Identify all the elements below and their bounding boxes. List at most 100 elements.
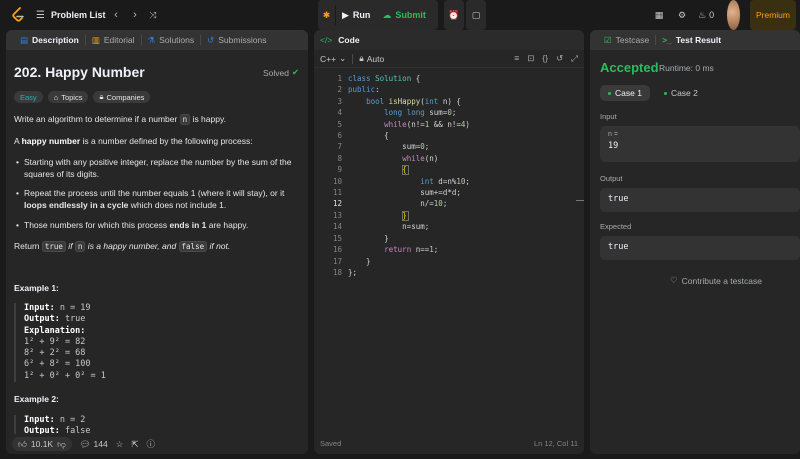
leetcode-logo[interactable] bbox=[11, 0, 29, 30]
language-label: C++ bbox=[320, 53, 337, 64]
code-line: n=sum; bbox=[348, 222, 430, 232]
format-icon[interactable]: ≡ bbox=[514, 53, 519, 64]
heart-icon: ♡ bbox=[670, 275, 678, 285]
def-bold: happy number bbox=[21, 136, 81, 146]
tab-testcase[interactable]: ☑ Testcase bbox=[598, 30, 655, 50]
expand-icon[interactable]: ⤢ bbox=[571, 53, 578, 64]
code-line: sum+=d*d; bbox=[348, 188, 461, 198]
case-1-tab[interactable]: Case 1 bbox=[600, 85, 650, 101]
right-tabs: ☑ Testcase >_ Test Result bbox=[590, 30, 800, 50]
panel-resize-handle[interactable] bbox=[576, 200, 584, 201]
code-brackets-icon: </> bbox=[320, 35, 333, 45]
thumbs-up-icon[interactable]: 👍︎ bbox=[18, 439, 27, 450]
run-button[interactable]: ▶ Run bbox=[336, 5, 376, 25]
line-number: 3 bbox=[337, 96, 342, 106]
line-number: 16 bbox=[332, 245, 342, 255]
case-2-tab[interactable]: Case 2 bbox=[656, 85, 706, 101]
problem-list-label: Problem List bbox=[50, 10, 106, 20]
debug-button[interactable]: ✱ bbox=[318, 5, 336, 25]
return-post: if not. bbox=[207, 241, 231, 251]
return-mid: is a happy number, and bbox=[85, 241, 179, 251]
layout-icon[interactable]: ▦ bbox=[652, 0, 666, 30]
code-line: } bbox=[348, 233, 389, 243]
prev-problem-icon[interactable]: ‹ bbox=[109, 0, 123, 30]
saved-status: Saved bbox=[320, 438, 342, 448]
solved-status: Solved ✔ bbox=[263, 67, 299, 78]
code-line: { bbox=[402, 165, 407, 175]
bookmark-icon[interactable]: ⊡ bbox=[527, 53, 534, 64]
timer-button[interactable]: ⏰ bbox=[444, 0, 464, 30]
thumbs-down-icon[interactable]: 👎︎ bbox=[57, 439, 66, 450]
ex1-output: true bbox=[59, 314, 86, 325]
like-dislike-group: 👍︎ 10.1K 👎︎ bbox=[12, 437, 72, 451]
example-2-title: Example 2: bbox=[14, 394, 59, 404]
pass-dot-icon bbox=[608, 91, 611, 95]
tab-test-result[interactable]: >_ Test Result bbox=[656, 30, 727, 50]
companies-chip[interactable]: 🔒︎ Companies bbox=[93, 91, 151, 103]
return-false: false bbox=[178, 241, 208, 252]
companies-label: Companies bbox=[106, 92, 145, 102]
topics-label: Topics bbox=[61, 92, 83, 102]
language-select[interactable]: C++ ⌄ bbox=[320, 53, 346, 64]
auto-mode-toggle[interactable]: 🔒︎ Auto bbox=[359, 53, 384, 64]
braces-icon[interactable]: {} bbox=[542, 53, 548, 64]
ex1-input: n = 19 bbox=[54, 303, 91, 313]
share-icon[interactable]: ⇱ bbox=[131, 439, 138, 450]
return-n: n bbox=[74, 241, 86, 252]
tab-editorial[interactable]: ▥ Editorial bbox=[86, 30, 141, 50]
line-number: 15 bbox=[332, 233, 342, 243]
lock-icon: 🔒︎ bbox=[99, 92, 104, 101]
code-editor[interactable]: class Solution {public: bool isHappy(int… bbox=[348, 73, 470, 278]
input-label: Input bbox=[600, 112, 617, 121]
tab-submissions[interactable]: ↺ Submissions bbox=[201, 30, 272, 50]
line-number: 4 bbox=[337, 108, 342, 118]
expected-value: true bbox=[608, 242, 629, 252]
premium-button[interactable]: Premium bbox=[750, 0, 796, 30]
case-1-label: Case 1 bbox=[615, 88, 642, 98]
comments-button[interactable]: 💬︎ 144 bbox=[80, 439, 108, 450]
tab-description[interactable]: ▤ Description bbox=[14, 30, 85, 50]
return-text: Return true if n is a happy number, and … bbox=[14, 240, 300, 253]
code-line: int d=n%10; bbox=[420, 176, 470, 186]
runtime: Runtime: 0 ms bbox=[659, 63, 714, 73]
user-avatar[interactable] bbox=[727, 0, 740, 30]
code-line: bool isHappy(int n) { bbox=[366, 96, 461, 106]
reset-icon[interactable]: ↺ bbox=[556, 53, 563, 64]
notes-button[interactable]: ▢ bbox=[466, 0, 486, 30]
ex1-output-label: Output: bbox=[24, 314, 60, 325]
case-2-label: Case 2 bbox=[670, 88, 698, 98]
problem-list-link[interactable]: ☰ Problem List bbox=[36, 0, 105, 30]
help-icon[interactable]: ⓘ bbox=[146, 438, 155, 450]
check-circle-icon: ✔ bbox=[292, 67, 300, 77]
shuffle-icon[interactable]: ⤨ bbox=[146, 0, 160, 30]
star-icon[interactable]: ☆ bbox=[116, 439, 124, 450]
code-footer: Saved Ln 12, Col 11 bbox=[314, 432, 584, 454]
expected-label: Expected bbox=[600, 222, 632, 231]
top-bar: ☰ Problem List ‹ › ⤨ ✱ ▶ Run ☁ Submit ⏰ … bbox=[0, 0, 800, 30]
topics-chip[interactable]: ⌂ Topics bbox=[47, 91, 89, 103]
contribute-testcase-link[interactable]: ♡ Contribute a testcase bbox=[670, 275, 762, 286]
tab-solutions[interactable]: ⚗ Solutions bbox=[142, 30, 201, 50]
output-value: true bbox=[608, 194, 629, 204]
description-panel: ▤ Description ▥ Editorial ⚗ Solutions ↺ … bbox=[6, 30, 308, 454]
def-post: is a number defined by the following pro… bbox=[80, 136, 253, 146]
expected-box: true bbox=[600, 236, 800, 260]
contribute-label: Contribute a testcase bbox=[681, 275, 762, 286]
history-icon: ↺ bbox=[207, 34, 215, 45]
tag-icon: ⌂ bbox=[53, 92, 59, 102]
submit-button[interactable]: ☁ Submit bbox=[376, 5, 432, 25]
code-panel: </> Code C++ ⌄ 🔒︎ Auto ≡ ⊡ {} ↺ ⤢ 1 2 3 … bbox=[314, 30, 584, 454]
next-problem-icon[interactable]: › bbox=[128, 0, 142, 30]
settings-gear-icon[interactable]: ⚙ bbox=[675, 0, 689, 30]
bug-icon: ✱ bbox=[322, 9, 331, 20]
return-true: true bbox=[41, 241, 66, 252]
code-line: while(n!=1 && n!=4) bbox=[384, 119, 470, 129]
description-footer: 👍︎ 10.1K 👎︎ 💬︎ 144 ☆ ⇱ ⓘ bbox=[6, 434, 308, 454]
line-number: 1 bbox=[337, 74, 342, 83]
test-result-panel: ☑ Testcase >_ Test Result Accepted Runti… bbox=[590, 30, 800, 454]
output-label: Output bbox=[600, 174, 623, 183]
output-box: true bbox=[600, 188, 800, 212]
problem-title[interactable]: 202. Happy Number bbox=[14, 64, 145, 80]
streak-counter[interactable]: ♨ 0 bbox=[698, 0, 714, 30]
ex1-line: 1² + 0² + 0² = 1 bbox=[24, 370, 106, 381]
